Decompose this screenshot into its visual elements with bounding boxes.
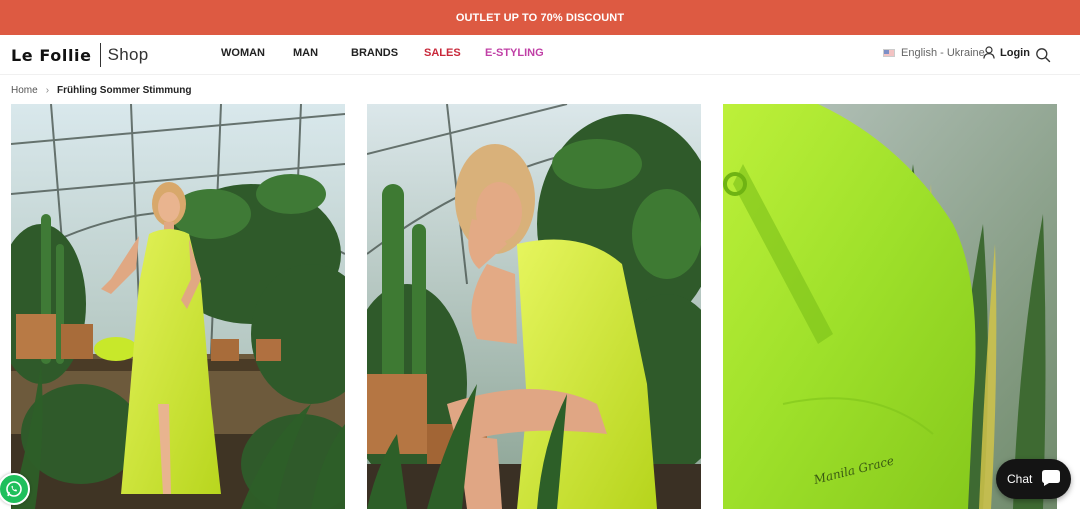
whatsapp-icon [6,481,22,497]
search-icon[interactable] [1035,47,1051,63]
breadcrumb-home[interactable]: Home [11,85,38,96]
language-selector[interactable]: English - Ukraine [883,47,985,59]
breadcrumb-current: Frühling Sommer Stimmung [57,84,192,96]
site-header: Le Follie Shop WOMAN MAN BRANDS SALES E-… [0,35,1080,75]
flag-icon [883,49,895,57]
nav-man[interactable]: MAN [293,47,318,59]
promo-banner[interactable]: OUTLET UP TO 70% DISCOUNT [0,0,1080,35]
language-label: English - Ukraine [901,47,985,59]
user-icon [983,46,995,59]
site-logo[interactable]: Le Follie Shop [11,41,149,69]
logo-shop-text: Shop [107,45,149,64]
product-image-3[interactable]: Manila Grace [723,104,1057,509]
nav-e-styling[interactable]: E-STYLING [485,47,544,59]
seated-dress-photo [367,104,701,509]
breadcrumb: Home › Frühling Sommer Stimmung [11,83,191,97]
product-image-1[interactable] [11,104,345,509]
promo-text: OUTLET UP TO 70% DISCOUNT [455,11,625,24]
chat-bubble-icon [1042,470,1060,486]
greenhouse-dress-photo [11,104,345,509]
green-bag-photo: Manila Grace [723,104,1057,509]
nav-brands[interactable]: BRANDS [351,47,398,59]
nav-woman[interactable]: WOMAN [221,47,265,59]
breadcrumb-separator: › [45,84,50,96]
login-label: Login [1000,46,1030,59]
product-image-2[interactable] [367,104,701,509]
login-link[interactable]: Login [983,46,1030,59]
chat-label: Chat [1007,472,1033,486]
logo-divider [99,43,101,67]
chat-button[interactable]: Chat [996,459,1071,499]
logo-main-text: Le Follie [11,45,92,65]
nav-sales[interactable]: SALES [424,47,461,59]
